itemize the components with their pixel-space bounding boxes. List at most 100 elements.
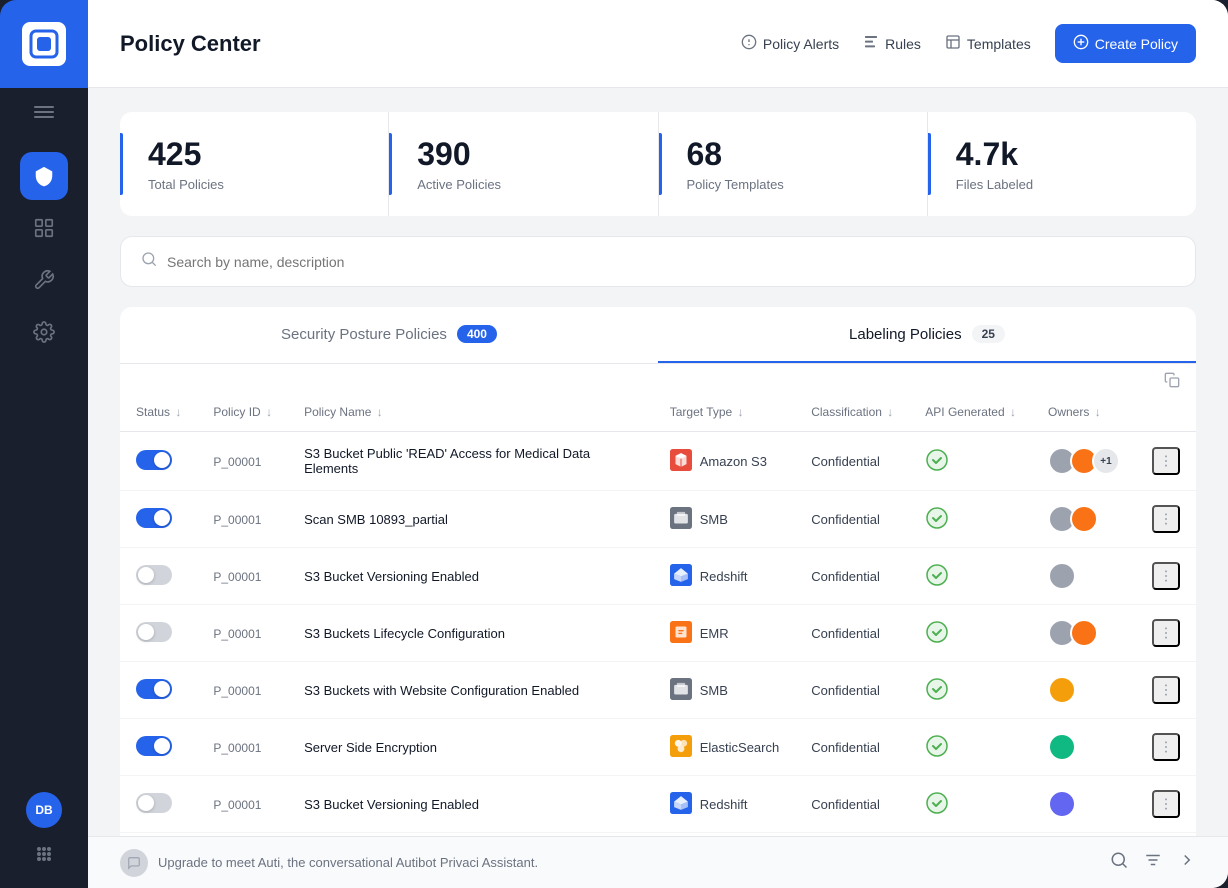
stats-row: 425 Total Policies 390 Active Policies 6… — [120, 112, 1196, 216]
stat-active-policies: 390 Active Policies — [389, 112, 658, 216]
chat-hint-text: Upgrade to meet Auti, the conversational… — [158, 855, 538, 870]
create-policy-button[interactable]: Create Policy — [1055, 24, 1196, 63]
row-more-button[interactable] — [1152, 676, 1180, 704]
target-icon — [670, 678, 692, 703]
top-bar: Policy Center Policy Alerts Rules — [88, 0, 1228, 88]
api-generated-cell — [925, 460, 949, 475]
policy-toggle[interactable] — [136, 565, 172, 585]
owners-cell — [1048, 562, 1120, 590]
col-header-status[interactable]: Status ↓ — [120, 393, 197, 432]
rules-button[interactable]: Rules — [863, 34, 921, 53]
row-more-button[interactable] — [1152, 733, 1180, 761]
policy-table: Status ↓ Policy ID ↓ Policy Name ↓ — [120, 393, 1196, 836]
sort-status-icon: ↓ — [175, 405, 181, 419]
sort-api-icon: ↓ — [1010, 405, 1016, 419]
target-icon — [670, 792, 692, 817]
top-actions: Policy Alerts Rules Templates — [741, 24, 1196, 63]
stat-value-templates: 68 — [687, 136, 899, 173]
app-logo — [22, 22, 66, 66]
stat-label-total: Total Policies — [148, 177, 360, 192]
rules-icon — [863, 34, 879, 53]
row-more-button[interactable] — [1152, 505, 1180, 533]
col-header-api-generated[interactable]: API Generated ↓ — [909, 393, 1032, 432]
tab-security[interactable]: Security Posture Policies 400 — [120, 307, 658, 363]
owner-avatar — [1048, 733, 1076, 761]
row-more-button[interactable] — [1152, 619, 1180, 647]
templates-button[interactable]: Templates — [945, 34, 1031, 53]
policy-toggle[interactable] — [136, 793, 172, 813]
col-header-classification[interactable]: Classification ↓ — [795, 393, 909, 432]
col-header-policy-name[interactable]: Policy Name ↓ — [288, 393, 654, 432]
api-generated-cell — [925, 803, 949, 818]
row-more-button[interactable] — [1152, 447, 1180, 475]
target-type-cell: ElasticSearch — [670, 735, 779, 760]
policy-toggle[interactable] — [136, 508, 172, 528]
target-icon — [670, 449, 692, 474]
search-bottom-icon[interactable] — [1110, 851, 1128, 874]
table-row: P_00001S3 Bucket Public 'READ' Access fo… — [120, 432, 1196, 491]
col-header-policy-id[interactable]: Policy ID ↓ — [197, 393, 288, 432]
sidebar-item-wrench[interactable] — [20, 256, 68, 304]
policy-toggle[interactable] — [136, 679, 172, 699]
sidebar-nav — [20, 136, 68, 792]
search-bar — [120, 236, 1196, 287]
target-icon — [670, 507, 692, 532]
policy-toggle[interactable] — [136, 736, 172, 756]
owners-cell — [1048, 676, 1120, 704]
classification-cell: Confidential — [811, 512, 880, 527]
owner-avatar — [1048, 676, 1076, 704]
row-more-button[interactable] — [1152, 562, 1180, 590]
api-generated-cell — [925, 575, 949, 590]
user-avatar[interactable]: DB — [26, 792, 62, 828]
owners-cell — [1048, 505, 1120, 533]
stat-value-active: 390 — [417, 136, 629, 173]
row-more-button[interactable] — [1152, 790, 1180, 818]
chat-bubble-icon — [120, 849, 148, 877]
col-header-owners[interactable]: Owners ↓ — [1032, 393, 1136, 432]
policy-toggle[interactable] — [136, 450, 172, 470]
stat-value-total: 425 — [148, 136, 360, 173]
classification-cell: Confidential — [811, 626, 880, 641]
table-row: P_00001S3 Bucket Versioning Enabled Reds… — [120, 548, 1196, 605]
classification-cell: Confidential — [811, 454, 880, 469]
copy-icon[interactable] — [1164, 372, 1180, 393]
sidebar-item-gear[interactable] — [20, 308, 68, 356]
filter-bottom-icon[interactable] — [1144, 851, 1162, 874]
sort-target-icon: ↓ — [738, 405, 744, 419]
api-generated-cell — [925, 632, 949, 647]
owner-avatar — [1070, 505, 1098, 533]
owner-avatar-more: +1 — [1092, 447, 1120, 475]
owners-cell — [1048, 619, 1120, 647]
sidebar: DB — [0, 0, 88, 888]
tab-badge-security: 400 — [457, 325, 497, 343]
policy-alerts-button[interactable]: Policy Alerts — [741, 34, 839, 53]
search-input[interactable] — [167, 254, 1175, 270]
sidebar-item-chart[interactable] — [20, 204, 68, 252]
target-icon — [670, 735, 692, 760]
table-row: P_00001S3 Buckets Lifecycle Configuratio… — [120, 605, 1196, 662]
target-type-cell: Amazon S3 — [670, 449, 779, 474]
policy-id-cell: P_00001 — [213, 627, 261, 641]
target-type-cell: Redshift — [670, 564, 779, 589]
sidebar-item-shield[interactable] — [20, 152, 68, 200]
sort-name-icon: ↓ — [377, 405, 383, 419]
table-row: P_00001Scan SMB 10893_partial SMB Confid… — [120, 491, 1196, 548]
tab-labeling[interactable]: Labeling Policies 25 — [658, 307, 1196, 363]
owner-avatar — [1048, 790, 1076, 818]
sort-id-icon: ↓ — [266, 405, 272, 419]
arrow-bottom-icon[interactable] — [1178, 851, 1196, 874]
policy-id-cell: P_00001 — [213, 513, 261, 527]
owners-cell — [1048, 790, 1120, 818]
api-generated-cell — [925, 689, 949, 704]
target-type-cell: EMR — [670, 621, 779, 646]
bottom-actions — [1110, 851, 1196, 874]
target-type-cell: Redshift — [670, 792, 779, 817]
policy-name-cell: S3 Buckets with Website Configuration En… — [304, 683, 579, 698]
classification-cell: Confidential — [811, 740, 880, 755]
policy-id-cell: P_00001 — [213, 570, 261, 584]
policy-toggle[interactable] — [136, 622, 172, 642]
col-header-target-type[interactable]: Target Type ↓ — [654, 393, 795, 432]
menu-icon[interactable] — [0, 88, 88, 136]
grid-icon[interactable] — [26, 836, 62, 872]
page-title: Policy Center — [120, 31, 261, 57]
